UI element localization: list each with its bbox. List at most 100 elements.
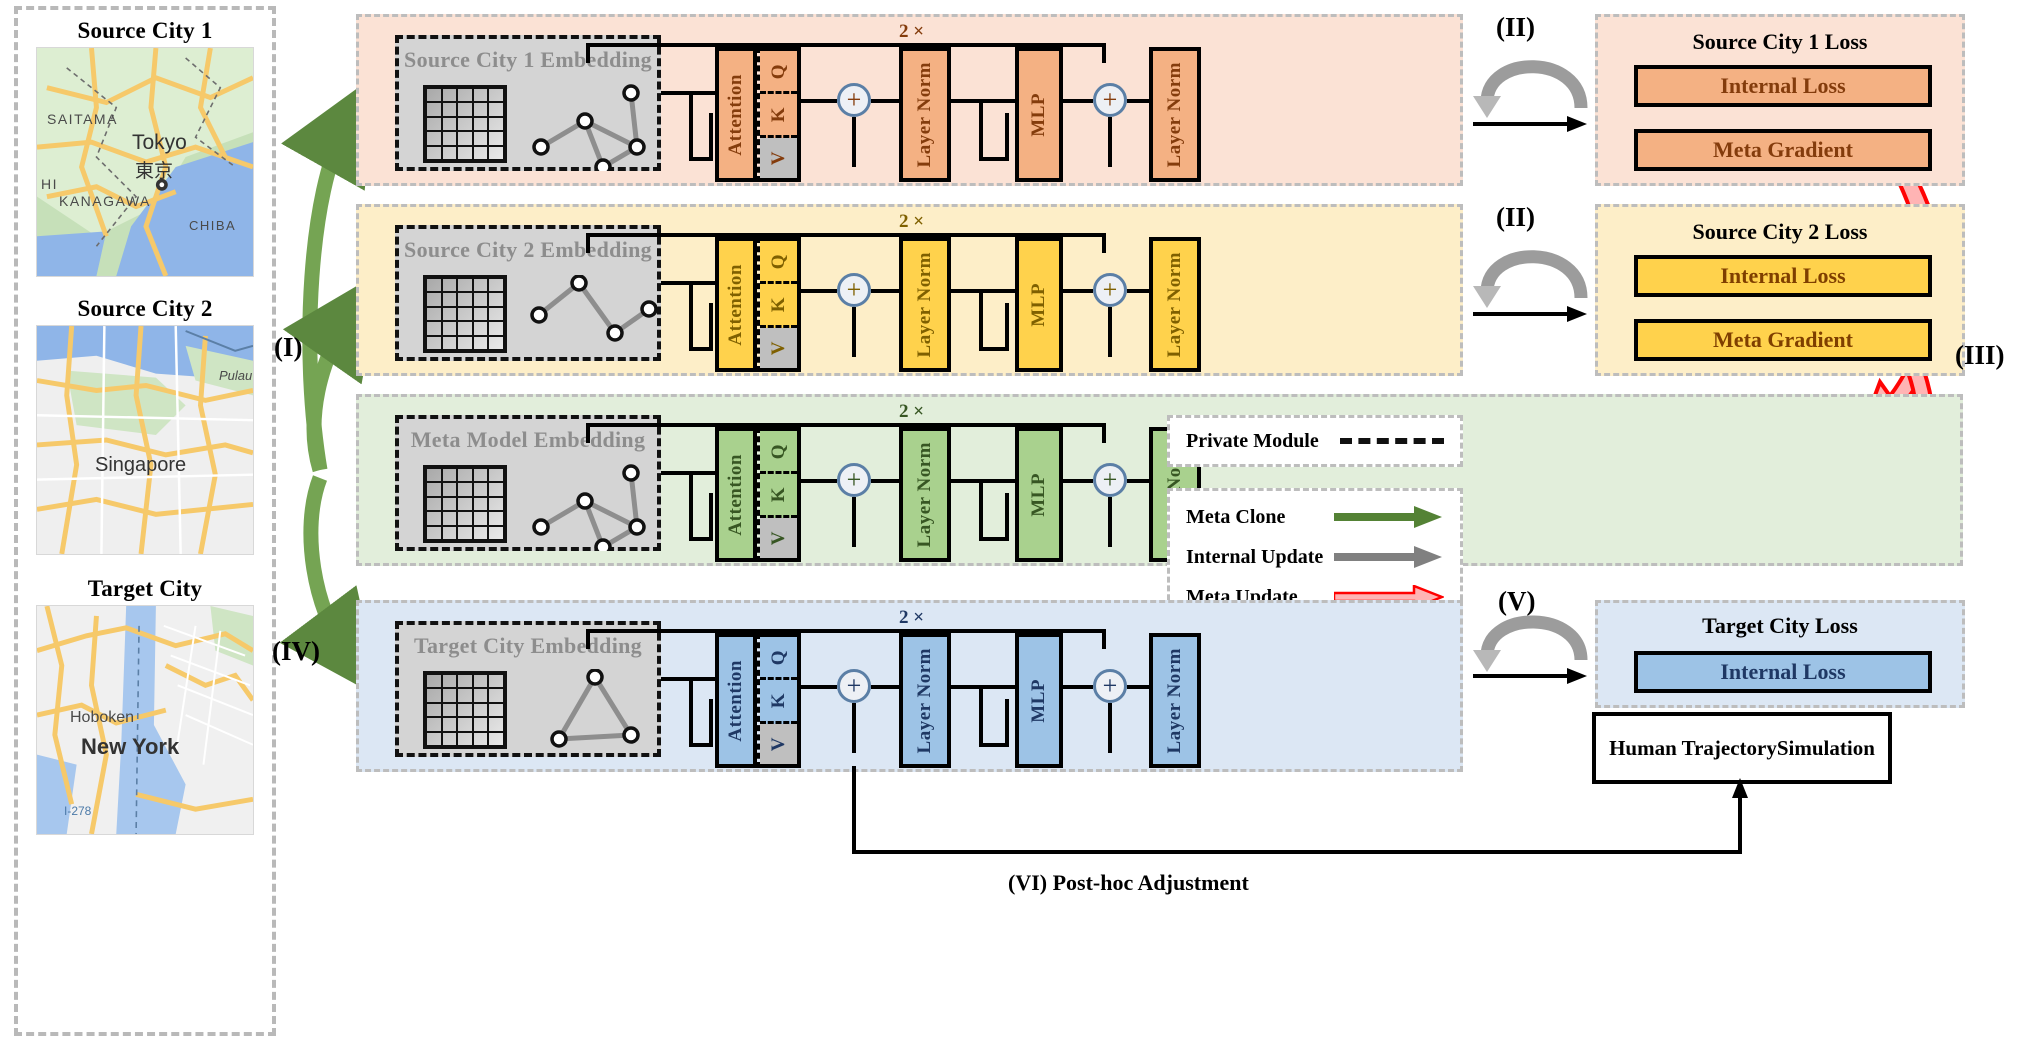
embedding-private-module-target: Target City Embedding <box>395 621 661 757</box>
city-title: Source City 2 <box>77 296 213 321</box>
loss-chip-internal[interactable]: Internal Loss <box>1634 65 1932 107</box>
legend-label: Private Module <box>1186 429 1319 452</box>
conn-att-plus <box>801 99 837 103</box>
repeat-label: 2 × <box>899 607 925 628</box>
embedding-title: Target City Embedding <box>414 633 642 658</box>
map-tokyo: SAITAMA HI KANAGAWA CHIBA Tokyo 東京 <box>36 47 254 278</box>
legend-row-meta-clone: Meta Clone <box>1170 499 1460 535</box>
qkv-label: K <box>767 486 789 503</box>
residual-left-tick <box>586 423 590 443</box>
graph-icon <box>550 669 640 748</box>
conn-plus-ln1 <box>871 685 901 689</box>
residual-add-1: + <box>837 669 871 703</box>
conn-plus-ln2 <box>1127 685 1151 689</box>
qkv-q: Q <box>760 637 797 681</box>
conn-plus-ln2 <box>1127 289 1151 293</box>
residual-add-2: + <box>1093 273 1127 307</box>
row-band-meta: Meta Model Embedding 2 × Attention Q K V… <box>356 394 1963 566</box>
conn-ln1-mlp <box>951 289 1015 293</box>
legend-private-module: Private Module <box>1167 415 1463 467</box>
block-layernorm-2: Layer Norm <box>1149 633 1201 768</box>
row-band-source2: Source City 2 Embedding 2 × Attention Q <box>356 204 1463 376</box>
graph-icon <box>530 275 657 342</box>
qkv-label: K <box>767 106 789 123</box>
residual-in-1 <box>852 307 856 357</box>
loss-chip-internal[interactable]: Internal Loss <box>1634 651 1932 693</box>
legend-label: Internal Update <box>1186 545 1324 568</box>
conn-att-plus <box>801 479 837 483</box>
block-label: MLP <box>1028 678 1049 723</box>
block-mlp: MLP <box>1015 47 1063 182</box>
block-layernorm-1: Layer Norm <box>899 633 951 768</box>
city-card-source1: Source City 1 SAITAMA HI KANAGAWA CHIBA … <box>18 18 272 278</box>
residual-in-1 <box>852 703 856 753</box>
conn-att-plus <box>801 685 837 689</box>
block-label: MLP <box>1028 472 1049 517</box>
block-label: Layer Norm <box>914 647 935 754</box>
embedding-title: Meta Model Embedding <box>410 427 646 452</box>
row-band-target: Target City Embedding 2 × Attention Q K … <box>356 600 1463 772</box>
conn-plus-ln2 <box>1127 479 1151 483</box>
qkv-q: Q <box>760 431 797 475</box>
block-layernorm-1: Layer Norm <box>899 237 951 372</box>
repeat-label: 2 × <box>899 401 925 422</box>
embedding-private-module-source1: Source City 1 Embedding <box>395 35 661 171</box>
loss-chip-meta-gradient[interactable]: Meta Gradient <box>1634 319 1932 361</box>
block-attention: Attention <box>715 237 757 372</box>
residual-right-tick <box>1102 233 1106 253</box>
grid-icon <box>423 275 507 353</box>
stage-label-iii: (III) <box>1955 340 2005 370</box>
mlp-branch <box>979 99 983 161</box>
loss-title: Target City Loss <box>1702 613 1858 638</box>
block-layernorm-1: Layer Norm <box>899 427 951 562</box>
block-layernorm-2: Layer Norm <box>1149 237 1201 372</box>
mlp-skip-up <box>1005 303 1009 349</box>
map-label: CHIBA <box>189 218 237 234</box>
residual-right-tick <box>1102 629 1106 649</box>
embedding-private-module-source2: Source City 2 Embedding <box>395 225 661 361</box>
qkv-group: Q K V <box>757 427 801 562</box>
mlp-skip-up <box>1005 113 1009 159</box>
block-label: Attention <box>725 73 746 156</box>
map-city-name: Singapore <box>95 454 187 477</box>
block-label: Layer Norm <box>1164 647 1185 754</box>
qkv-label: V <box>767 736 789 751</box>
qkv-label: V <box>767 340 789 355</box>
qkv-q: Q <box>760 241 797 285</box>
conn-mlp-plus <box>1063 99 1093 103</box>
legend-row-internal-update: Internal Update <box>1170 539 1460 575</box>
block-label: Attention <box>725 263 746 346</box>
qkv-label: Q <box>767 63 789 79</box>
input-line <box>661 91 715 95</box>
residual-in-2 <box>1108 307 1112 357</box>
loss-chip-meta-gradient[interactable]: Meta Gradient <box>1634 129 1932 171</box>
grid-icon <box>423 465 507 543</box>
residual-in-1 <box>852 117 856 167</box>
mlp-skip-up <box>1005 493 1009 539</box>
residual-right-tick <box>1102 423 1106 443</box>
qkv-k: K <box>760 680 797 724</box>
dashed-swatch-icon <box>1340 438 1444 444</box>
repeat-label: 2 × <box>899 211 925 232</box>
stage-label-i: (I) <box>274 332 303 362</box>
conn-ln1-mlp <box>951 479 1015 483</box>
qkv-group: Q K V <box>757 237 801 372</box>
skip-up <box>709 303 713 349</box>
input-line <box>661 677 715 681</box>
embedding-title: Source City 2 Embedding <box>404 237 652 262</box>
block-label: Layer Norm <box>914 251 935 358</box>
map-label: I-278 <box>64 804 92 819</box>
map-city-name: Tokyo <box>132 131 187 155</box>
loss-title: Source City 1 Loss <box>1692 29 1868 54</box>
qkv-k: K <box>760 94 797 138</box>
mlp-branch <box>979 289 983 351</box>
stage-label-iv: (IV) <box>272 636 320 666</box>
block-label: Layer Norm <box>914 61 935 168</box>
conn-plus-ln1 <box>871 289 901 293</box>
residual-add-1: + <box>837 463 871 497</box>
loss-chip-internal[interactable]: Internal Loss <box>1634 255 1932 297</box>
block-attention: Attention <box>715 47 757 182</box>
conn-mlp-plus <box>1063 479 1093 483</box>
block-label: Attention <box>725 659 746 742</box>
qkv-k: K <box>760 474 797 518</box>
